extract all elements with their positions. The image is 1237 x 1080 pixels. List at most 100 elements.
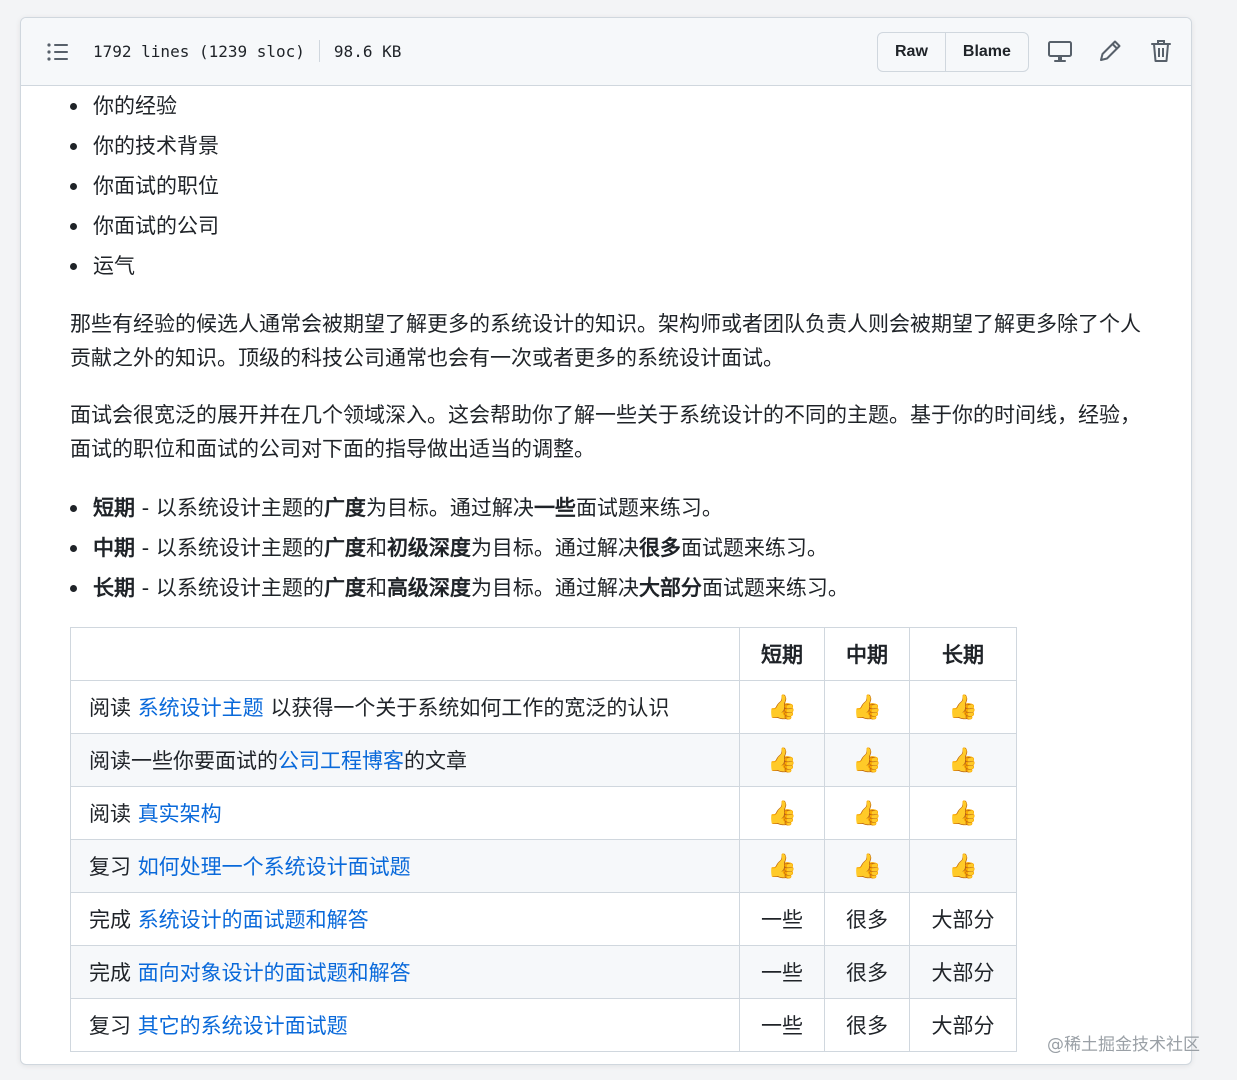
- table-row: 阅读 真实架构 👍 👍 👍: [70, 786, 1017, 840]
- plan-text: - 以系统设计主题的: [135, 536, 324, 560]
- plan-text: 为目标。通过解决: [365, 496, 534, 520]
- thumbs-up-icon: 👍: [909, 786, 1017, 840]
- task-text: 的文章: [404, 749, 467, 773]
- level-cell: 大部分: [909, 945, 1017, 999]
- list-item: 你的经验: [70, 86, 219, 126]
- raw-button[interactable]: Raw: [878, 33, 945, 71]
- task-text: 完成: [89, 908, 138, 932]
- list-item: 运气: [70, 246, 219, 286]
- list-item: 你面试的公司: [70, 206, 219, 246]
- plan-text: 面试题来练习。: [575, 496, 723, 520]
- task-cell: 阅读 系统设计主题 以获得一个关于系统如何工作的宽泛的认识: [70, 680, 740, 734]
- thumbs-up-icon: 👍: [739, 680, 825, 734]
- plan-item-long: 长期 - 以系统设计主题的广度和高级深度为目标。通过解决大部分面试题来练习。: [70, 568, 849, 608]
- task-text: 以获得一个关于系统如何工作的宽泛的认识: [263, 696, 670, 720]
- file-toolbar: 1792 lines (1239 sloc) 98.6 KB Raw Blame: [21, 18, 1191, 86]
- watermark: @稀土掘金技术社区: [1047, 1035, 1200, 1055]
- plan-bold: 广度: [323, 496, 366, 520]
- paragraph-experience: 那些有经验的候选人通常会被期望了解更多的系统设计的知识。架构师或者团队负责人则会…: [70, 312, 1141, 370]
- column-header-mid: 中期: [824, 627, 910, 681]
- plan-bold: 一些: [533, 496, 576, 520]
- task-cell: 复习 如何处理一个系统设计面试题: [70, 839, 740, 893]
- thumbs-up-icon: 👍: [909, 839, 1017, 893]
- plan-bold: 广度: [323, 536, 366, 560]
- plan-text: 为目标。通过解决: [470, 536, 639, 560]
- thumbs-up-icon: 👍: [824, 733, 910, 787]
- plan-text: 面试题来练习。: [701, 576, 849, 600]
- desktop-icon[interactable]: [1047, 38, 1073, 64]
- plan-bold: 广度: [323, 576, 366, 600]
- task-link[interactable]: 真实架构: [138, 802, 222, 826]
- plan-bold: 初级深度: [386, 536, 471, 560]
- thumbs-up-icon: 👍: [909, 733, 1017, 787]
- blame-button[interactable]: Blame: [944, 33, 1028, 71]
- plan-bold: 高级深度: [386, 576, 471, 600]
- plan-text: 为目标。通过解决: [470, 576, 639, 600]
- level-cell: 一些: [739, 892, 825, 946]
- task-cell: 完成 系统设计的面试题和解答: [70, 892, 740, 946]
- plan-item-short: 短期 - 以系统设计主题的广度为目标。通过解决一些面试题来练习。: [70, 488, 849, 528]
- column-header-long: 长期: [909, 627, 1017, 681]
- plan-text: 面试题来练习。: [680, 536, 828, 560]
- plan-text: 和: [365, 536, 387, 560]
- table-row: 复习 其它的系统设计面试题 一些 很多 大部分: [70, 998, 1017, 1052]
- thumbs-up-icon: 👍: [824, 786, 910, 840]
- thumbs-up-icon: 👍: [909, 680, 1017, 734]
- task-link[interactable]: 公司工程博客: [278, 749, 404, 773]
- task-link[interactable]: 系统设计的面试题和解答: [138, 908, 369, 932]
- list-item: 你面试的职位: [70, 166, 219, 206]
- list-item: 你的技术背景: [70, 126, 219, 166]
- plan-text: 和: [365, 576, 387, 600]
- level-cell: 一些: [739, 998, 825, 1052]
- task-link[interactable]: 面向对象设计的面试题和解答: [138, 961, 411, 985]
- level-cell: 很多: [824, 945, 910, 999]
- plan-text: - 以系统设计主题的: [135, 496, 324, 520]
- level-cell: 很多: [824, 998, 910, 1052]
- table-row: 复习 如何处理一个系统设计面试题 👍 👍 👍: [70, 839, 1017, 893]
- file-size: 98.6 KB: [333, 41, 402, 61]
- paragraph-guidance: 面试会很宽泛的展开并在几个领域深入。这会帮助你了解一些关于系统设计的不同的主题。…: [70, 403, 1141, 461]
- task-link[interactable]: 系统设计主题: [138, 696, 264, 720]
- column-header-short: 短期: [739, 627, 825, 681]
- term-label: 中期: [93, 536, 135, 560]
- task-cell: 阅读一些你要面试的公司工程博客的文章: [70, 733, 740, 787]
- thumbs-up-icon: 👍: [739, 839, 825, 893]
- thumbs-up-icon: 👍: [824, 839, 910, 893]
- term-label: 长期: [93, 576, 135, 600]
- level-cell: 很多: [824, 892, 910, 946]
- study-plan-table: 短期 中期 长期 阅读 系统设计主题 以获得一个关于系统如何工作的宽泛的认识 👍 👍…: [70, 627, 1017, 1052]
- task-cell: 完成 面向对象设计的面试题和解答: [70, 945, 740, 999]
- task-text: 复习: [89, 855, 138, 879]
- file-info: 1792 lines (1239 sloc) 98.6 KB: [93, 40, 401, 62]
- task-text: 阅读一些你要面试的: [89, 749, 278, 773]
- line-count: 1792 lines (1239 sloc): [93, 41, 305, 61]
- table-row: 阅读一些你要面试的公司工程博客的文章 👍 👍 👍: [70, 733, 1017, 787]
- plan-bold: 很多: [638, 536, 681, 560]
- level-cell: 大部分: [909, 998, 1017, 1052]
- markdown-body: 你的经验 你的技术背景 你面试的职位 你面试的公司 运气 那些有经验的候选人通常…: [21, 86, 1191, 1064]
- table-header-row: 短期 中期 长期: [70, 627, 1017, 681]
- pencil-icon[interactable]: [1097, 38, 1123, 64]
- view-button-group: Raw Blame: [877, 32, 1029, 72]
- table-row: 阅读 系统设计主题 以获得一个关于系统如何工作的宽泛的认识 👍 👍 👍: [70, 680, 1017, 734]
- file-viewer: 1792 lines (1239 sloc) 98.6 KB Raw Blame…: [20, 17, 1192, 1065]
- factor-list: 你的经验 你的技术背景 你面试的职位 你面试的公司 运气: [70, 86, 219, 286]
- task-text: 阅读: [89, 802, 138, 826]
- divider: [318, 40, 320, 62]
- task-cell: 阅读 真实架构: [70, 786, 740, 840]
- list-icon[interactable]: [47, 42, 69, 62]
- level-cell: 一些: [739, 945, 825, 999]
- plan-item-mid: 中期 - 以系统设计主题的广度和初级深度为目标。通过解决很多面试题来练习。: [70, 528, 849, 568]
- task-text: 阅读: [89, 696, 138, 720]
- plan-bold: 大部分: [638, 576, 702, 600]
- thumbs-up-icon: 👍: [739, 786, 825, 840]
- task-link[interactable]: 如何处理一个系统设计面试题: [138, 855, 411, 879]
- task-text: 完成: [89, 961, 138, 985]
- task-link[interactable]: 其它的系统设计面试题: [138, 1014, 348, 1038]
- column-header-task: [70, 627, 740, 681]
- thumbs-up-icon: 👍: [739, 733, 825, 787]
- plan-text: - 以系统设计主题的: [135, 576, 324, 600]
- level-cell: 大部分: [909, 892, 1017, 946]
- trash-icon[interactable]: [1148, 38, 1174, 64]
- term-label: 短期: [93, 496, 135, 520]
